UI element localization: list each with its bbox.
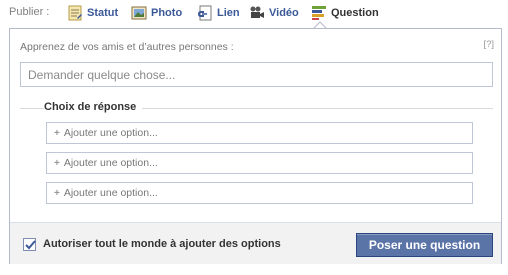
photo-icon xyxy=(131,5,147,21)
publish-label: Publier : xyxy=(9,6,50,18)
plus-icon: + xyxy=(54,157,60,169)
option-input[interactable]: + Ajouter une option... xyxy=(46,152,473,174)
tab-video-label: Vidéo xyxy=(269,6,299,19)
checkmark-icon xyxy=(25,240,36,250)
question-icon xyxy=(311,5,327,21)
tab-lien-label: Lien xyxy=(217,6,240,19)
option-input[interactable]: + Ajouter une option... xyxy=(46,182,473,204)
option-placeholder: Ajouter une option... xyxy=(63,127,158,139)
tab-question[interactable]: Question xyxy=(311,4,379,21)
option-placeholder: Ajouter une option... xyxy=(63,187,158,199)
composer-footer: Autoriser tout le monde à ajouter des op… xyxy=(10,222,501,264)
composer-hint: Apprenez de vos amis et d’autres personn… xyxy=(20,41,234,53)
status-icon xyxy=(67,5,83,21)
tab-statut-label: Statut xyxy=(87,6,119,19)
choices-title: Choix de réponse xyxy=(44,101,143,113)
option-input[interactable]: + Ajouter une option... xyxy=(46,122,473,144)
tab-photo-label: Photo xyxy=(151,6,183,19)
ask-question-button[interactable]: Poser une question xyxy=(356,233,493,257)
plus-icon: + xyxy=(54,127,60,139)
tab-statut[interactable]: Statut xyxy=(67,4,118,21)
tab-video[interactable]: Vidéo xyxy=(249,4,299,21)
help-link[interactable]: [?] xyxy=(483,39,494,50)
question-composer: Apprenez de vos amis et d’autres personn… xyxy=(9,28,502,264)
tab-photo[interactable]: Photo xyxy=(131,4,182,21)
tab-question-label: Question xyxy=(331,6,379,19)
publish-bar: Publier : Statut Photo Lien Vidéo Questi… xyxy=(0,0,508,26)
link-icon xyxy=(197,5,213,21)
allow-all-checkbox[interactable] xyxy=(23,238,36,251)
video-icon xyxy=(249,5,265,21)
option-placeholder: Ajouter une option... xyxy=(63,157,158,169)
tab-lien[interactable]: Lien xyxy=(197,4,240,21)
allow-all-label[interactable]: Autoriser tout le monde à ajouter des op… xyxy=(43,238,281,250)
question-input[interactable] xyxy=(20,62,493,87)
plus-icon: + xyxy=(54,187,60,199)
